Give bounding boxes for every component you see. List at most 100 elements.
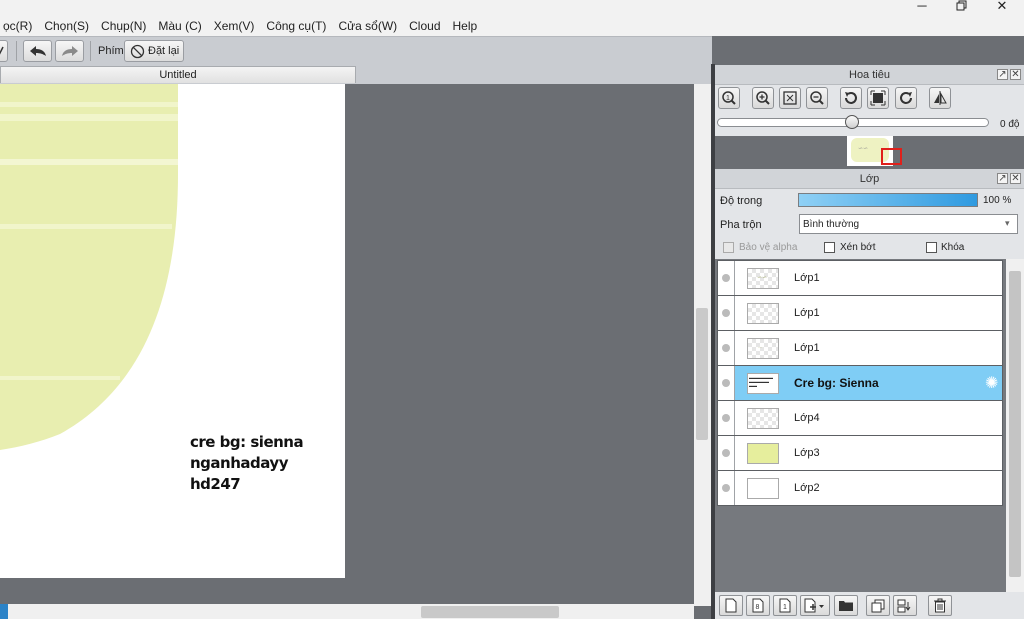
blend-mode-label: Pha trộn [720,219,762,231]
layer-visibility-toggle[interactable] [718,366,735,400]
rotate-left-icon [845,92,857,104]
rotate-right-button[interactable] [895,87,917,109]
zoom-actual-button[interactable]: 1 [718,87,740,109]
close-panel-icon[interactable]: ✕ [1010,173,1021,184]
svg-text:8: 8 [756,604,760,611]
scrollbar-thumb[interactable] [696,308,708,440]
add-layer-menu-button[interactable] [800,595,830,616]
layer-visibility-toggle[interactable] [718,296,735,330]
layer-row[interactable]: Lớp3 [717,436,1003,471]
new-layer-button[interactable] [719,595,743,616]
undo-icon [29,46,46,56]
pencil-icon [0,46,4,55]
menu-cloud[interactable]: Cloud [403,19,446,35]
scrollbar-thumb[interactable] [1009,271,1021,577]
menu-bar: ọc(R) Chọn(S) Chụp(N) Màu (C) Xem(V) Côn… [0,0,1024,36]
protect-alpha-checkbox[interactable] [723,242,734,253]
merge-down-icon [897,599,911,612]
layer-row[interactable]: Lớp4 [717,401,1003,436]
menu-filter[interactable]: ọc(R) [0,19,38,35]
folder-icon [839,601,853,611]
menu-snap[interactable]: Chụp(N) [95,19,152,35]
minimize-icon[interactable]: ─ [902,0,942,14]
edit-tool-button[interactable] [0,40,8,62]
redo-button[interactable] [55,40,84,62]
layer-visibility-toggle[interactable] [718,261,735,295]
layer-row[interactable]: Lớp1 [717,296,1003,331]
document-tab[interactable]: Untitled [0,66,356,83]
watermark-line: nganhadayy [190,454,288,472]
layer-thumbnail [747,478,779,499]
svg-text:1: 1 [783,604,787,611]
navigator-preview-area[interactable]: ∽∽ [715,136,1024,168]
close-panel-icon[interactable]: ✕ [1010,69,1021,80]
blend-mode-select[interactable]: Bình thường ▾ [799,214,1018,234]
menu-window[interactable]: Cửa sổ(W) [332,19,403,35]
layer-visibility-toggle[interactable] [718,401,735,435]
undo-button[interactable] [23,40,52,62]
prohibited-icon [130,44,145,58]
menu-color[interactable]: Màu (C) [152,19,207,35]
clip-checkbox[interactable] [824,242,835,253]
layer-row[interactable]: Lớp2 [717,471,1003,506]
layer-name: Lớp4 [794,412,820,424]
layer-list-scrollbar[interactable] [1006,259,1024,592]
watermark-line: cre bg: sienna [190,433,304,451]
opacity-label: Độ trong [720,195,763,207]
merge-down-button[interactable] [893,595,917,616]
gear-icon[interactable]: ✺ [985,373,998,393]
artboard[interactable]: cre bg: sienna nganhadayy hd247 [0,84,345,578]
layer-list[interactable]: ∽∽ Lớp1 Lớp1 ·· Lớp1 ▬▬▬▬▬▬ ▬▬▬▬▬ ▬▬ Cre b… [715,259,1006,592]
layer-name: Cre bg: Sienna [794,376,879,390]
delete-layer-button[interactable] [928,595,952,616]
layer-row[interactable]: ∽∽ Lớp1 [717,261,1003,296]
rotate-left-button[interactable] [840,87,862,109]
layer-visibility-toggle[interactable] [718,436,735,470]
menu-view[interactable]: Xem(V) [208,19,261,35]
popout-icon[interactable]: ↗ [997,69,1008,80]
menu-help[interactable]: Help [447,19,484,35]
restore-icon[interactable] [942,0,982,14]
scrollbar-thumb[interactable] [421,606,559,618]
layer-visibility-toggle[interactable] [718,331,735,365]
reset-rotation-button[interactable] [867,87,889,109]
layer-actions-bar: 8 1 [715,593,1024,619]
zoom-out-button[interactable] [806,87,828,109]
new-8bit-layer-button[interactable]: 8 [746,595,770,616]
opacity-value: 100 % [983,195,1012,206]
opacity-slider[interactable] [798,193,978,207]
duplicate-layer-button[interactable] [866,595,890,616]
eye-icon [722,344,730,352]
new-folder-button[interactable] [834,595,858,616]
layer-name: Lớp1 [794,272,820,284]
reset-button[interactable]: Đặt lại [124,40,184,62]
canvas-area[interactable]: cre bg: sienna nganhadayy hd247 [0,84,694,606]
fit-window-icon [783,91,797,105]
layer-row-selected[interactable]: ▬▬▬▬▬▬ ▬▬▬▬▬ ▬▬ Cre bg: Sienna ✺ [717,366,1003,401]
rotation-slider-knob[interactable] [845,115,859,129]
flip-horizontal-button[interactable] [929,87,951,109]
menu-list: ọc(R) Chọn(S) Chụp(N) Màu (C) Xem(V) Côn… [0,19,483,35]
lock-label: Khóa [941,242,965,253]
menu-select[interactable]: Chọn(S) [38,19,95,35]
layer-visibility-toggle[interactable] [718,471,735,505]
artwork-shape [0,84,178,450]
eye-icon [722,274,730,282]
popout-icon[interactable]: ↗ [997,173,1008,184]
lock-checkbox[interactable] [926,242,937,253]
zoom-out-icon [810,91,824,105]
canvas-vertical-scrollbar[interactable] [694,84,711,606]
eye-icon [722,484,730,492]
new-1bit-layer-button[interactable]: 1 [773,595,797,616]
menu-tools[interactable]: Công cụ(T) [260,19,332,35]
close-window-icon[interactable]: ✕ [982,0,1022,14]
fit-window-button[interactable] [779,87,801,109]
canvas-horizontal-scrollbar[interactable] [0,604,694,619]
toolbar-divider [90,41,91,61]
document-tab-bar: Untitled [0,64,712,84]
chevron-down-icon: ▾ [1005,218,1010,228]
zoom-in-button[interactable] [752,87,774,109]
layer-row[interactable]: ·· Lớp1 [717,331,1003,366]
eye-icon [722,449,730,457]
viewport-indicator[interactable] [881,148,902,165]
